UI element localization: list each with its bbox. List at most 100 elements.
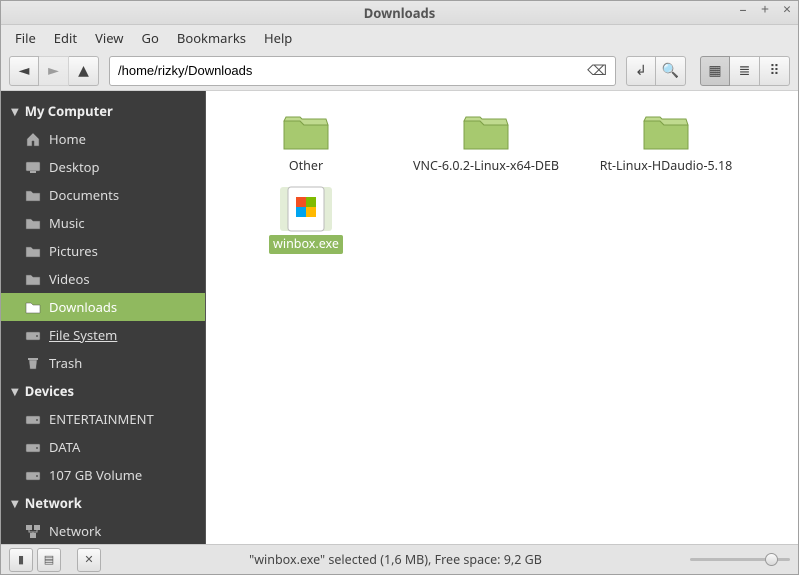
sidebar-item-label: 107 GB Volume xyxy=(49,466,142,484)
drive-icon xyxy=(25,439,41,455)
sidebar-item-label: Pictures xyxy=(49,242,98,260)
list-view-icon: ≣ xyxy=(739,61,751,80)
folder-icon xyxy=(25,215,41,231)
sidebar-places-icon: ▮ xyxy=(18,552,24,567)
sidebar-item-label: Downloads xyxy=(49,298,117,316)
file-label: VNC-6.0.2-Linux-x64-DEB xyxy=(409,157,563,175)
close-button[interactable]: × xyxy=(780,3,794,17)
sidebar-item-label: Trash xyxy=(49,354,82,372)
sidebar-tree-icon: ▤ xyxy=(44,552,54,567)
sidebar-item-pictures[interactable]: Pictures xyxy=(1,237,205,265)
folder-icon xyxy=(25,243,41,259)
arrow-up-icon: ▲ xyxy=(78,61,89,80)
compact-view-icon: ⠿ xyxy=(769,61,779,80)
title-bar: Downloads – + × xyxy=(1,1,798,25)
places-toggle-button[interactable]: ▮ xyxy=(9,548,33,572)
file-item-winbox-exe[interactable]: winbox.exe xyxy=(216,181,396,259)
sidebar-item-trash[interactable]: Trash xyxy=(1,349,205,377)
network-icon xyxy=(25,523,41,539)
up-button[interactable]: ▲ xyxy=(69,56,99,86)
zoom-slider[interactable] xyxy=(690,558,790,561)
sidebar-item-network[interactable]: Network xyxy=(1,517,205,544)
status-text: "winbox.exe" selected (1,6 MB), Free spa… xyxy=(105,551,686,568)
status-bar: ▮ ▤ ✕ "winbox.exe" selected (1,6 MB), Fr… xyxy=(1,544,798,574)
file-item-other[interactable]: Other xyxy=(216,107,396,181)
close-icon: ✕ xyxy=(84,552,93,567)
search-icon: 🔍 xyxy=(662,61,679,80)
file-item-vnc-6-0-2-linux-x64-deb[interactable]: VNC-6.0.2-Linux-x64-DEB xyxy=(396,107,576,181)
sidebar-item-file-system[interactable]: File System xyxy=(1,321,205,349)
drive-icon xyxy=(25,327,41,343)
location-bar[interactable]: ⌫ xyxy=(109,56,616,86)
sidebar-item-label: Network xyxy=(49,522,101,540)
toolbar: ◄ ► ▲ ⌫ ↲ 🔍 ▦ ≣ ⠿ xyxy=(1,51,798,91)
forward-button[interactable]: ► xyxy=(39,56,69,86)
view-icons-button[interactable]: ▦ xyxy=(700,56,730,86)
toggle-location-button[interactable]: ↲ xyxy=(626,56,656,86)
trash-icon xyxy=(25,355,41,371)
minimize-button[interactable]: – xyxy=(736,3,750,17)
sidebar-item-home[interactable]: Home xyxy=(1,125,205,153)
menu-go[interactable]: Go xyxy=(134,26,167,50)
sidebar-section-my-computer[interactable]: ▼ My Computer xyxy=(1,97,205,125)
sidebar-item-documents[interactable]: Documents xyxy=(1,181,205,209)
sidebar-section-label: My Computer xyxy=(25,102,113,120)
clear-path-icon[interactable]: ⌫ xyxy=(587,61,607,80)
desktop-icon xyxy=(25,159,41,175)
folder-icon xyxy=(25,271,41,287)
arrow-right-icon: ► xyxy=(48,61,59,80)
sidebar-item-107-gb-volume[interactable]: 107 GB Volume xyxy=(1,461,205,489)
tree-toggle-button[interactable]: ▤ xyxy=(37,548,61,572)
chevron-down-icon: ▼ xyxy=(11,496,19,510)
window-title: Downloads xyxy=(364,4,436,22)
menu-view[interactable]: View xyxy=(87,26,131,50)
location-toggle-icon: ↲ xyxy=(635,61,647,80)
sidebar-section-devices[interactable]: ▼ Devices xyxy=(1,377,205,405)
sidebar-section-label: Network xyxy=(25,494,82,512)
sidebar-item-music[interactable]: Music xyxy=(1,209,205,237)
sidebar-item-videos[interactable]: Videos xyxy=(1,265,205,293)
sidebar-section-network[interactable]: ▼ Network xyxy=(1,489,205,517)
sidebar: ▼ My Computer Home Desktop Documents Music Pic… xyxy=(1,91,206,544)
menu-bookmarks[interactable]: Bookmarks xyxy=(169,26,254,50)
folder-icon xyxy=(25,299,41,315)
path-input[interactable] xyxy=(118,63,587,78)
sidebar-item-label: Desktop xyxy=(49,158,100,176)
exe-icon xyxy=(280,187,332,231)
grid-view-icon: ▦ xyxy=(708,61,721,80)
home-icon xyxy=(25,131,41,147)
folder-icon xyxy=(282,113,330,153)
folder-icon xyxy=(642,113,690,153)
drive-icon xyxy=(25,467,41,483)
search-button[interactable]: 🔍 xyxy=(656,56,686,86)
back-button[interactable]: ◄ xyxy=(9,56,39,86)
view-compact-button[interactable]: ⠿ xyxy=(760,56,790,86)
menu-edit[interactable]: Edit xyxy=(46,26,85,50)
sidebar-item-label: Videos xyxy=(49,270,90,288)
drive-icon xyxy=(25,411,41,427)
menu-help[interactable]: Help xyxy=(256,26,300,50)
menu-file[interactable]: File xyxy=(7,26,44,50)
file-label: Rt-Linux-HDaudio-5.18 xyxy=(596,157,737,175)
sidebar-section-label: Devices xyxy=(25,382,74,400)
folder-icon xyxy=(462,113,510,153)
file-item-rt-linux-hdaudio-5-18[interactable]: Rt-Linux-HDaudio-5.18 xyxy=(576,107,756,181)
sidebar-item-data[interactable]: DATA xyxy=(1,433,205,461)
sidebar-item-downloads[interactable]: Downloads xyxy=(1,293,205,321)
chevron-down-icon: ▼ xyxy=(11,104,19,118)
file-view[interactable]: Other VNC-6.0.2-Linux-x64-DEB Rt-Linux-HDa… xyxy=(206,91,798,544)
sidebar-item-label: Documents xyxy=(49,186,119,204)
sidebar-item-entertainment[interactable]: ENTERTAINMENT xyxy=(1,405,205,433)
sidebar-item-label: DATA xyxy=(49,438,80,456)
maximize-button[interactable]: + xyxy=(758,3,772,17)
view-list-button[interactable]: ≣ xyxy=(730,56,760,86)
sidebar-item-desktop[interactable]: Desktop xyxy=(1,153,205,181)
menu-bar: File Edit View Go Bookmarks Help xyxy=(1,25,798,51)
file-label: winbox.exe xyxy=(269,235,343,253)
file-label: Other xyxy=(285,157,327,175)
close-sidebar-button[interactable]: ✕ xyxy=(77,548,101,572)
sidebar-item-label: File System xyxy=(49,326,117,344)
chevron-down-icon: ▼ xyxy=(11,384,19,398)
sidebar-item-label: Music xyxy=(49,214,85,232)
zoom-thumb[interactable] xyxy=(765,553,778,566)
